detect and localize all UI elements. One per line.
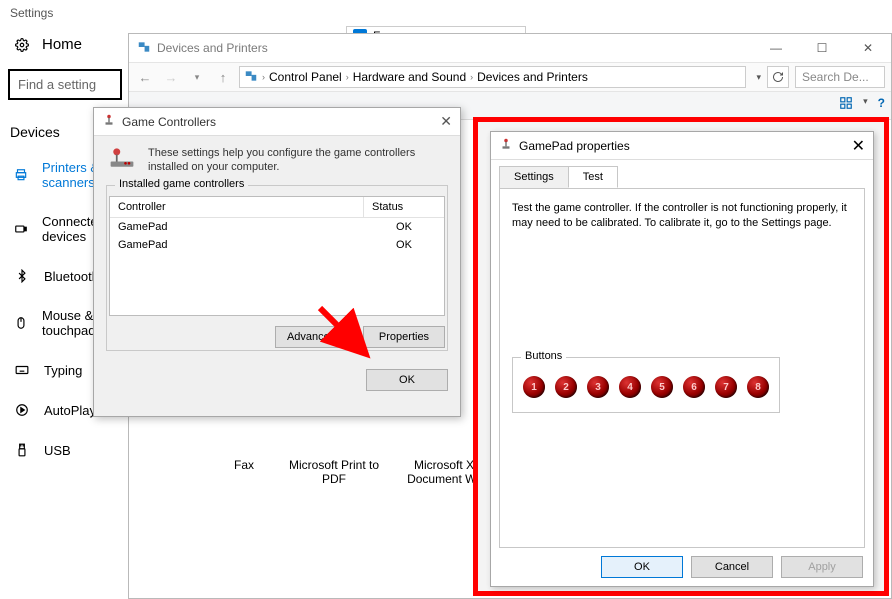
settings-home[interactable]: Home (0, 26, 130, 63)
minimize-button[interactable]: ― (753, 34, 799, 62)
refresh-button[interactable] (767, 66, 789, 88)
gamepad-button-indicator: 1 (523, 376, 545, 398)
gc-group-label: Installed game controllers (115, 178, 248, 190)
gc-header-status[interactable]: Status (364, 197, 444, 217)
sidebar-item-label: Typing (44, 363, 82, 378)
address-bar[interactable]: › Control Panel › Hardware and Sound › D… (239, 66, 746, 88)
gp-test-page: Test the game controller. If the control… (499, 188, 865, 548)
joystick-icon (102, 113, 116, 130)
sidebar-item-label: Bluetooth (44, 269, 99, 284)
gp-buttons-label: Buttons (521, 350, 566, 362)
gc-cell-status: OK (364, 236, 444, 254)
printer-icon (14, 167, 28, 183)
gp-title-text: GamePad properties (519, 139, 630, 153)
chevron-right-icon[interactable]: › (470, 72, 473, 82)
table-row[interactable]: GamePad OK (110, 218, 444, 236)
gc-cell-status: OK (364, 218, 444, 236)
device-label: Microsoft Print to PDF (289, 458, 379, 486)
properties-button[interactable]: Properties (363, 326, 445, 348)
view-icon[interactable] (839, 96, 853, 113)
gp-instructions: Test the game controller. If the control… (512, 201, 852, 232)
keyboard-icon (14, 362, 30, 378)
chevron-right-icon[interactable]: › (346, 72, 349, 82)
gc-help-text: These settings help you configure the ga… (148, 146, 448, 175)
gamepad-button-indicator: 3 (587, 376, 609, 398)
dp-title: Devices and Printers (157, 41, 268, 55)
gc-titlebar[interactable]: Game Controllers ✕ (94, 108, 460, 136)
gamepad-button-indicator: 4 (619, 376, 641, 398)
connected-icon (14, 221, 28, 237)
close-icon[interactable]: ✕ (852, 136, 865, 156)
settings-search[interactable]: Find a setting (8, 69, 122, 100)
gp-tabstrip: Settings Test (491, 160, 873, 188)
mouse-icon (14, 315, 28, 331)
nav-back[interactable]: ← (135, 70, 155, 85)
gc-help: These settings help you configure the ga… (106, 146, 448, 175)
gp-buttons-row: 12345678 (523, 376, 769, 398)
settings-app-title: Settings (0, 0, 130, 26)
close-icon[interactable]: ✕ (440, 113, 452, 130)
gc-header-controller[interactable]: Controller (110, 197, 364, 217)
joystick-icon (499, 137, 513, 154)
ok-button[interactable]: OK (601, 556, 683, 578)
devices-printers-icon (244, 69, 258, 86)
breadcrumb-item[interactable]: Control Panel (269, 70, 342, 84)
dp-titlebar[interactable]: Devices and Printers ― ☐ ✕ (129, 34, 891, 62)
tab-test[interactable]: Test (568, 166, 618, 188)
gc-cell-name: GamePad (110, 218, 364, 236)
maximize-button[interactable]: ☐ (799, 34, 845, 62)
gc-cell-name: GamePad (110, 236, 364, 254)
highlight-annotation: GamePad properties ✕ Settings Test Test … (473, 117, 889, 596)
help-icon[interactable]: ? (878, 96, 885, 113)
usb-icon (14, 442, 30, 458)
nav-up[interactable]: ↑ (213, 70, 233, 85)
dp-search[interactable]: Search De... (795, 66, 885, 88)
tab-settings[interactable]: Settings (499, 166, 569, 188)
chevron-right-icon[interactable]: › (262, 72, 265, 82)
chevron-down-icon[interactable]: ▾ (756, 72, 761, 83)
nav-forward[interactable]: → (161, 70, 181, 85)
device-label: Fax (234, 458, 254, 472)
gamepad-button-indicator: 8 (747, 376, 769, 398)
game-controllers-dialog: Game Controllers ✕ These settings help y… (93, 107, 461, 417)
gc-group: Installed game controllers Controller St… (106, 185, 448, 351)
joystick-icon (106, 146, 138, 170)
gp-titlebar[interactable]: GamePad properties ✕ (491, 132, 873, 160)
device-ms-print-pdf[interactable]: Microsoft Print to PDF (279, 458, 389, 486)
gc-title-text: Game Controllers (122, 115, 216, 129)
gear-icon (14, 37, 30, 53)
gamepad-properties-dialog: GamePad properties ✕ Settings Test Test … (490, 131, 874, 587)
breadcrumb-item[interactable]: Hardware and Sound (353, 70, 466, 84)
apply-button[interactable]: Apply (781, 556, 863, 578)
gamepad-button-indicator: 6 (683, 376, 705, 398)
dp-navbar: ← → ▾ ↑ › Control Panel › Hardware and S… (129, 62, 891, 92)
table-row[interactable]: GamePad OK (110, 236, 444, 254)
ok-button[interactable]: OK (366, 369, 448, 391)
breadcrumb-item[interactable]: Devices and Printers (477, 70, 588, 84)
gc-table[interactable]: Controller Status GamePad OK GamePad OK (109, 196, 445, 316)
gamepad-button-indicator: 7 (715, 376, 737, 398)
gamepad-button-indicator: 5 (651, 376, 673, 398)
bluetooth-icon (14, 268, 30, 284)
advanced-button[interactable]: Advanced... (275, 326, 357, 348)
devices-printers-icon (137, 40, 151, 57)
settings-home-label: Home (42, 36, 82, 53)
chevron-down-icon[interactable]: ▾ (863, 96, 868, 113)
sidebar-item-usb[interactable]: USB (0, 430, 130, 470)
cancel-button[interactable]: Cancel (691, 556, 773, 578)
sidebar-item-label: USB (44, 443, 71, 458)
autoplay-icon (14, 402, 30, 418)
gp-buttons-group: Buttons 12345678 (512, 357, 780, 413)
nav-recent[interactable]: ▾ (187, 72, 207, 83)
gamepad-button-indicator: 2 (555, 376, 577, 398)
sidebar-item-label: AutoPlay (44, 403, 96, 418)
close-button[interactable]: ✕ (845, 34, 891, 62)
